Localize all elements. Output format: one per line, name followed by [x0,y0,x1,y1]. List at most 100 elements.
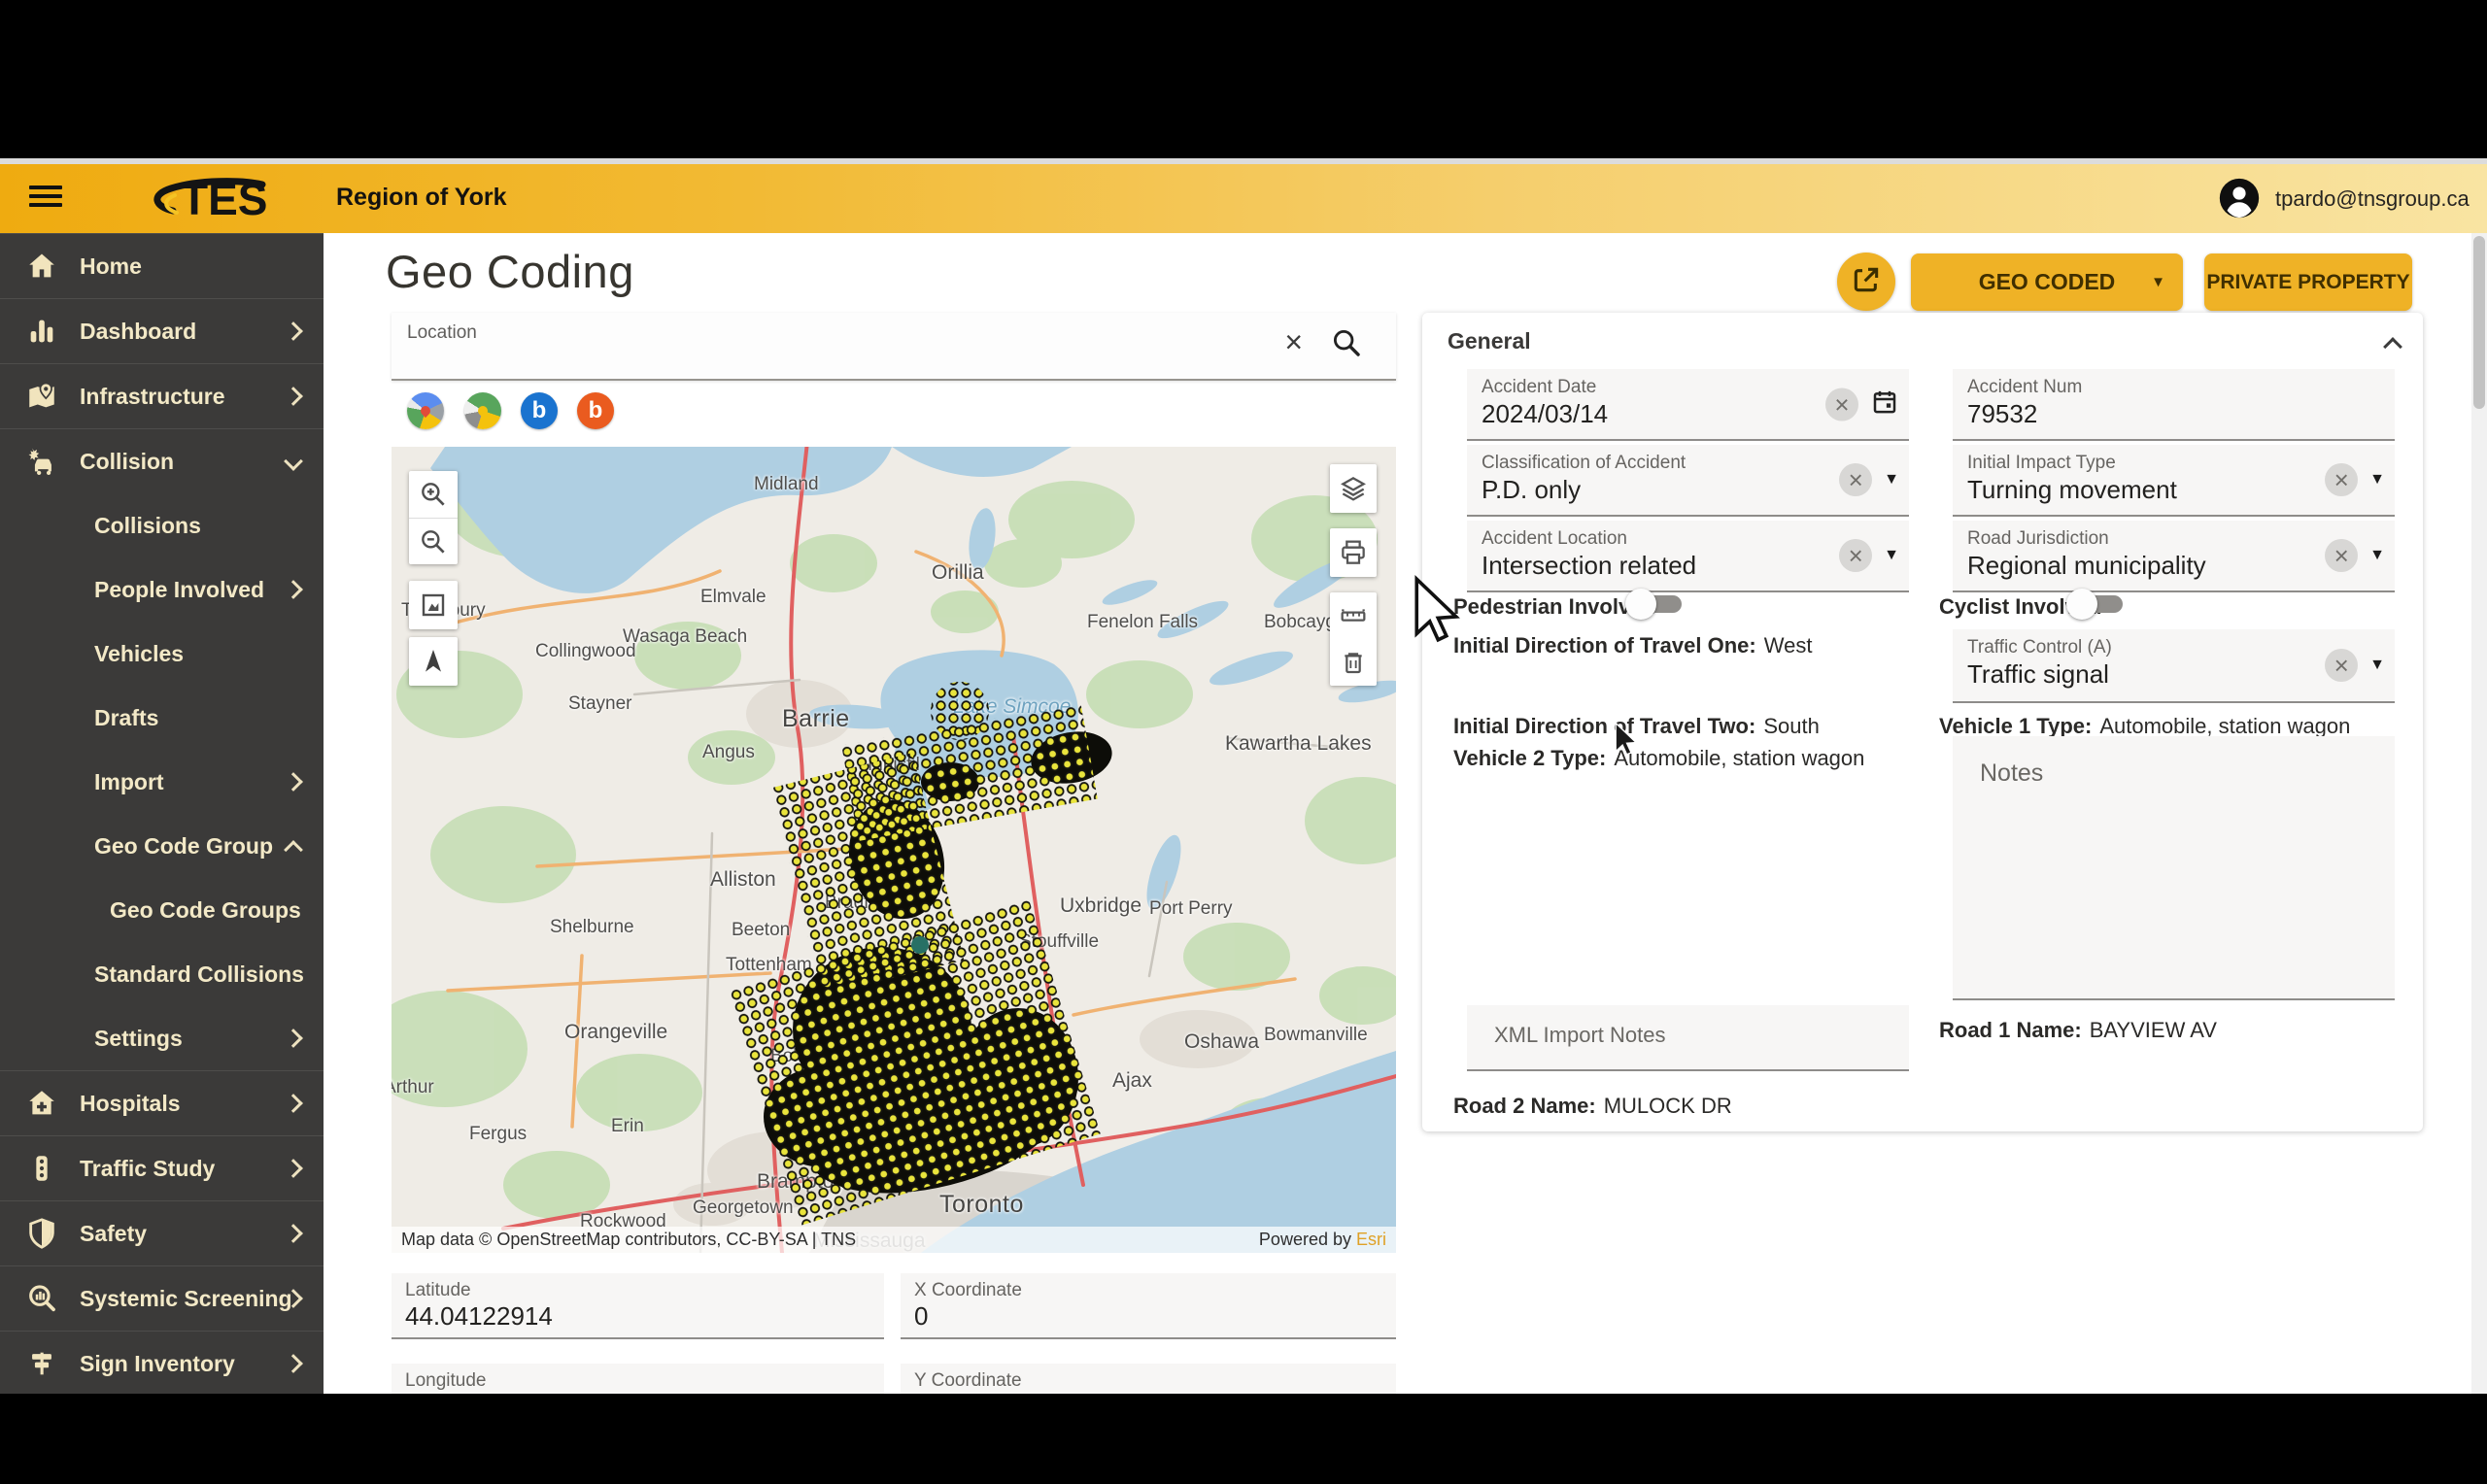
accident-location-field[interactable]: Accident Location Intersection related ×… [1467,521,1909,592]
sidebar-item-collision[interactable]: Collision [0,428,324,493]
map-canvas[interactable]: MidlandOrilliaElmvaleWasaga BeachThornbu… [392,447,1396,1253]
field-value: Turning movement [1967,475,2177,505]
vertical-scrollbar[interactable] [2471,233,2487,1394]
home-icon [25,249,64,284]
scrollbar-thumb[interactable] [2473,236,2485,409]
user-email[interactable]: tpardo@tnsgroup.ca [2275,186,2470,212]
open-external-button[interactable] [1837,253,1895,311]
xml-import-notes-field[interactable]: XML Import Notes [1467,1005,1909,1071]
latitude-field[interactable]: Latitude 44.04122914 [392,1273,884,1339]
chevron-down-icon[interactable]: ▼ [1884,471,1899,489]
sidebar-item-systemic-screening[interactable]: Systemic Screening [0,1265,324,1331]
measure-button[interactable] [1330,592,1377,639]
selected-collision-point[interactable] [911,936,929,954]
sidebar-item-traffic-study[interactable]: Traffic Study [0,1135,324,1200]
bing-hybrid-layer-button[interactable]: b [577,392,614,429]
traffic-control-a-field[interactable]: Traffic Control (A) Traffic signal ×▼ [1953,629,2395,703]
location-search-input[interactable]: Location × [392,313,1396,381]
field-value: Intersection related [1482,551,1696,581]
sidebar-item-drafts[interactable]: Drafts [0,686,324,750]
sidebar-item-people-involved[interactable]: People Involved [0,557,324,622]
sidebar-item-settings[interactable]: Settings [0,1006,324,1070]
sidebar-item-hospitals[interactable]: Hospitals [0,1070,324,1135]
bottom-letterbox [0,1394,2487,1484]
svg-text:TES: TES [181,174,267,224]
field-label: X Coordinate [914,1280,1022,1301]
chevron-down-icon[interactable]: ▼ [2369,471,2385,489]
header-region-title: Region of York [336,184,506,212]
field-label: Classification of Accident [1482,453,1686,474]
layers-button[interactable] [1330,464,1377,513]
notes-textarea[interactable]: Notes [1953,736,2395,1000]
calendar-icon[interactable] [1870,388,1899,422]
cyclist-involved-toggle[interactable] [2066,588,2127,621]
pedestrian-involved-toggle[interactable] [1625,588,1686,621]
sidebar-item-safety[interactable]: Safety [0,1200,324,1265]
powered-by: Powered by Esri [1259,1230,1386,1250]
chevron-right-icon [284,1354,303,1373]
user-avatar-icon[interactable] [2218,177,2261,219]
clear-icon[interactable]: × [1839,463,1872,496]
google-maps-layer-button[interactable] [407,392,444,429]
clear-icon[interactable]: × [2325,463,2358,496]
sidebar-item-label: Home [80,253,142,280]
bing-maps-layer-button[interactable]: b [521,392,558,429]
collision-marker-cluster[interactable] [392,447,1396,1253]
hamburger-menu-icon[interactable] [29,186,62,211]
clear-icon[interactable]: × [2325,649,2358,682]
clear-icon[interactable]: × [2325,539,2358,572]
classification-of-accident-field[interactable]: Classification of Accident P.D. only ×▼ [1467,445,1909,517]
chevron-right-icon [284,387,303,406]
general-panel: General Accident Date 2024/03/14 × Accid… [1422,313,2423,1131]
google-satellite-layer-button[interactable] [464,392,501,429]
external-link-icon [1851,264,1882,300]
road-jurisdiction-field[interactable]: Road Jurisdiction Regional municipality … [1953,521,2395,592]
geo-coded-status-button[interactable]: GEO CODED ▼ [1911,253,2183,311]
initial-impact-type-field[interactable]: Initial Impact Type Turning movement ×▼ [1953,445,2395,517]
field-value: 44.04122914 [405,1301,553,1332]
sidebar-item-collisions[interactable]: Collisions [0,493,324,557]
private-property-button[interactable]: PRIVATE PROPERTY [2204,253,2412,311]
sidebar-item-label: Dashboard [80,319,196,345]
x-coordinate-field[interactable]: X Coordinate 0 [901,1273,1396,1339]
sidebar-item-geo-code-groups[interactable]: Geo Code Groups [0,878,324,942]
chevron-down-icon[interactable]: ▼ [2369,657,2385,674]
esri-link[interactable]: Esri [1356,1230,1386,1249]
general-section-title: General [1448,328,1531,354]
sidebar-item-sign-inventory[interactable]: Sign Inventory [0,1331,324,1394]
map-extent-button[interactable] [409,581,458,629]
sidebar-item-dashboard[interactable]: Dashboard [0,298,324,363]
zoom-out-button[interactable] [409,519,458,565]
print-map-button[interactable] [1330,528,1377,577]
sidebar-item-home[interactable]: Home [0,233,324,298]
search-icon[interactable] [1330,326,1363,364]
field-label: Road Jurisdiction [1967,528,2109,550]
chevron-down-icon[interactable]: ▼ [2369,547,2385,564]
sidebar-item-label: People Involved [94,577,264,603]
road-1-name: Road 1 Name:BAYVIEW AV [1939,1018,2217,1043]
accident-num-field[interactable]: Accident Num 79532 [1953,369,2395,441]
clear-search-icon[interactable]: × [1284,326,1303,357]
sidebar-item-label: Settings [94,1026,183,1052]
sidebar-item-geo-code-group[interactable]: Geo Code Group [0,814,324,878]
chevron-down-icon[interactable]: ▼ [1884,547,1899,564]
accident-date-field[interactable]: Accident Date 2024/03/14 × [1467,369,1909,441]
delete-button[interactable] [1330,639,1377,686]
xml-import-notes-label: XML Import Notes [1494,1023,1665,1048]
clear-icon[interactable]: × [1825,388,1858,421]
field-value: 2024/03/14 [1482,399,1608,429]
clear-icon[interactable]: × [1839,539,1872,572]
sidebar-item-label: Import [94,769,164,795]
zoom-in-button[interactable] [409,471,458,519]
sidebar-item-vehicles[interactable]: Vehicles [0,622,324,686]
map-attribution: Map data © OpenStreetMap contributors, C… [392,1227,1396,1253]
chevron-right-icon [284,772,303,792]
sidebar-item-import[interactable]: Import [0,750,324,814]
field-value: 0 [914,1301,928,1332]
collapse-section-button[interactable] [2386,340,2400,358]
sidebar-item-label: Sign Inventory [80,1351,235,1377]
sidebar-item-infrastructure[interactable]: Infrastructure [0,363,324,428]
chevron-right-icon [284,1224,303,1243]
sidebar-item-standard-collisions[interactable]: Standard Collisions [0,942,324,1006]
compass-north-button[interactable] [409,637,458,686]
